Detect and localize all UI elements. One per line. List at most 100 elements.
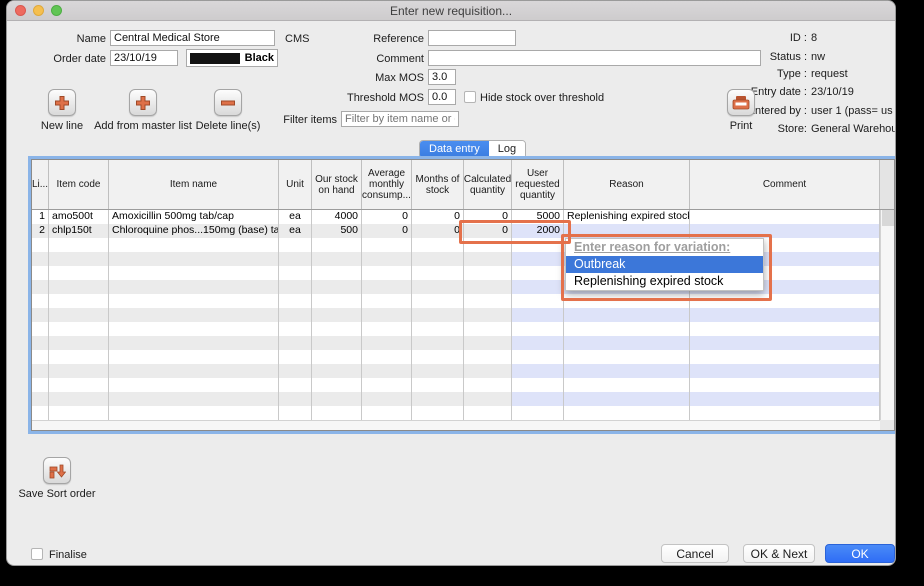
cell-line — [32, 364, 49, 378]
order-date-input[interactable] — [110, 50, 178, 66]
cell-comment — [690, 322, 880, 336]
cell-requested — [512, 294, 564, 308]
cell-reason — [564, 350, 690, 364]
cell-reason — [564, 308, 690, 322]
delete-line-s-button[interactable]: Delete line(s) — [181, 89, 275, 132]
cell-reason — [564, 364, 690, 378]
cell-line: 2 — [32, 224, 49, 238]
cell-months: 0 — [412, 224, 464, 238]
cell-months — [412, 266, 464, 280]
table-empty-row — [32, 336, 880, 350]
column-header-months-of-stock[interactable]: Months of stock — [412, 160, 464, 209]
cell-comment — [690, 350, 880, 364]
hide-stock-checkbox[interactable] — [464, 91, 476, 103]
column-header-item-name[interactable]: Item name — [109, 160, 279, 209]
cell-calc — [464, 252, 512, 266]
cell-item-code — [49, 392, 109, 406]
cell-months — [412, 364, 464, 378]
finalise-checkbox[interactable] — [31, 548, 43, 560]
max-mos-input[interactable] — [428, 69, 456, 85]
table-row[interactable]: 2chlp150tChloroquine phos...150mg (base)… — [32, 224, 880, 238]
threshold-mos-label: Threshold MOS — [317, 92, 424, 104]
cell-requested — [512, 308, 564, 322]
tab-data-entry[interactable]: Data entry — [420, 141, 489, 158]
name-input[interactable] — [110, 30, 275, 46]
cancel-button[interactable]: Cancel — [661, 544, 729, 563]
table-row[interactable]: 1amo500tAmoxicillin 500mg tab/capea40000… — [32, 210, 880, 224]
max-mos-label: Max MOS — [337, 72, 424, 84]
cell-months — [412, 378, 464, 392]
cell-avg — [362, 322, 412, 336]
requisition-table: Li...Item codeItem nameUnitOur stock on … — [31, 159, 895, 431]
table-empty-row — [32, 378, 880, 392]
reference-input[interactable] — [428, 30, 516, 46]
cell-months — [412, 280, 464, 294]
column-header-li[interactable]: Li... — [32, 160, 49, 209]
tab-log[interactable]: Log — [489, 141, 525, 158]
column-header-calculated-quantity[interactable]: Calculated quantity — [464, 160, 512, 209]
reason-option-replenishing-expired-stock[interactable]: Replenishing expired stock — [566, 273, 763, 290]
cell-line — [32, 238, 49, 252]
column-header-user-requested-quantity[interactable]: User requested quantity — [512, 160, 564, 209]
vertical-scrollbar[interactable] — [880, 210, 894, 420]
cell-item-name — [109, 350, 279, 364]
filter-items-input[interactable] — [341, 111, 459, 127]
cell-calc — [464, 350, 512, 364]
tab-bar: Data entryLog — [419, 140, 526, 159]
cell-line — [32, 406, 49, 420]
column-header-our-stock-on-hand[interactable]: Our stock on hand — [312, 160, 362, 209]
table-empty-row — [32, 364, 880, 378]
cell-calc: 0 — [464, 224, 512, 238]
vertical-scroll-thumb[interactable] — [882, 210, 894, 226]
cell-item-name — [109, 406, 279, 420]
info-value: nw — [811, 51, 825, 63]
cell-stock — [312, 392, 362, 406]
cell-comment — [690, 210, 880, 224]
horizontal-scrollbar[interactable] — [32, 420, 880, 430]
cell-item-code — [49, 378, 109, 392]
cell-requested: 2000 — [512, 224, 564, 238]
column-header-reason[interactable]: Reason — [564, 160, 690, 209]
cell-item-code — [49, 266, 109, 280]
color-dropdown[interactable]: Black — [186, 49, 278, 67]
cell-item-code — [49, 322, 109, 336]
cell-stock — [312, 238, 362, 252]
cell-item-code — [49, 406, 109, 420]
requisition-window: Enter new requisition... Name CMS Order … — [6, 0, 896, 566]
toolbar-label: Delete line(s) — [181, 120, 275, 132]
cell-line — [32, 350, 49, 364]
print-button[interactable]: Print — [709, 89, 773, 132]
cell-avg — [362, 294, 412, 308]
add-from-master-list-button[interactable]: Add from master list — [91, 89, 195, 132]
reason-option-outbreak[interactable]: Outbreak — [566, 256, 763, 273]
table-empty-row — [32, 350, 880, 364]
table-empty-row — [32, 294, 880, 308]
cell-requested — [512, 350, 564, 364]
cell-reason — [564, 294, 690, 308]
cell-avg — [362, 280, 412, 294]
title-bar[interactable]: Enter new requisition... — [7, 1, 895, 21]
cell-item-name — [109, 392, 279, 406]
column-header-average-monthly-consump[interactable]: Average monthly consump... — [362, 160, 412, 209]
cell-avg — [362, 378, 412, 392]
cell-calc — [464, 322, 512, 336]
column-header-comment[interactable]: Comment — [690, 160, 880, 209]
ok-button[interactable]: OK — [825, 544, 895, 563]
cell-reason — [564, 224, 690, 238]
finalise-label: Finalise — [49, 549, 87, 561]
cell-line — [32, 336, 49, 350]
cell-comment — [690, 308, 880, 322]
ok-next-button[interactable]: OK & Next — [743, 544, 815, 563]
order-date-label: Order date — [7, 53, 106, 65]
cell-line — [32, 252, 49, 266]
cell-months — [412, 308, 464, 322]
cell-unit — [279, 392, 312, 406]
cell-item-name — [109, 266, 279, 280]
column-header-item-code[interactable]: Item code — [49, 160, 109, 209]
threshold-mos-input[interactable] — [428, 89, 456, 105]
cell-item-name — [109, 294, 279, 308]
cell-stock: 500 — [312, 224, 362, 238]
save-sort-order-button[interactable] — [25, 457, 89, 484]
print-icon — [727, 89, 755, 116]
column-header-unit[interactable]: Unit — [279, 160, 312, 209]
